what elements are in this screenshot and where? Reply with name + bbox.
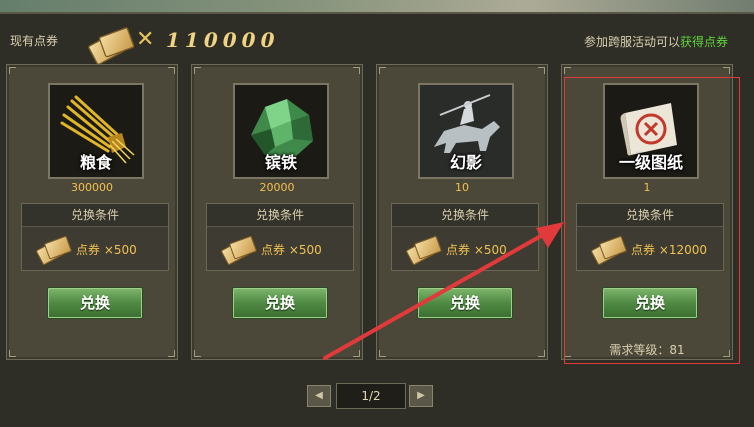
prev-page-button[interactable]: ◀ <box>307 385 331 407</box>
next-page-button[interactable]: ▶ <box>409 385 433 407</box>
annotation-arrow-icon <box>323 222 564 360</box>
page-indicator: 1/2 <box>336 383 406 409</box>
